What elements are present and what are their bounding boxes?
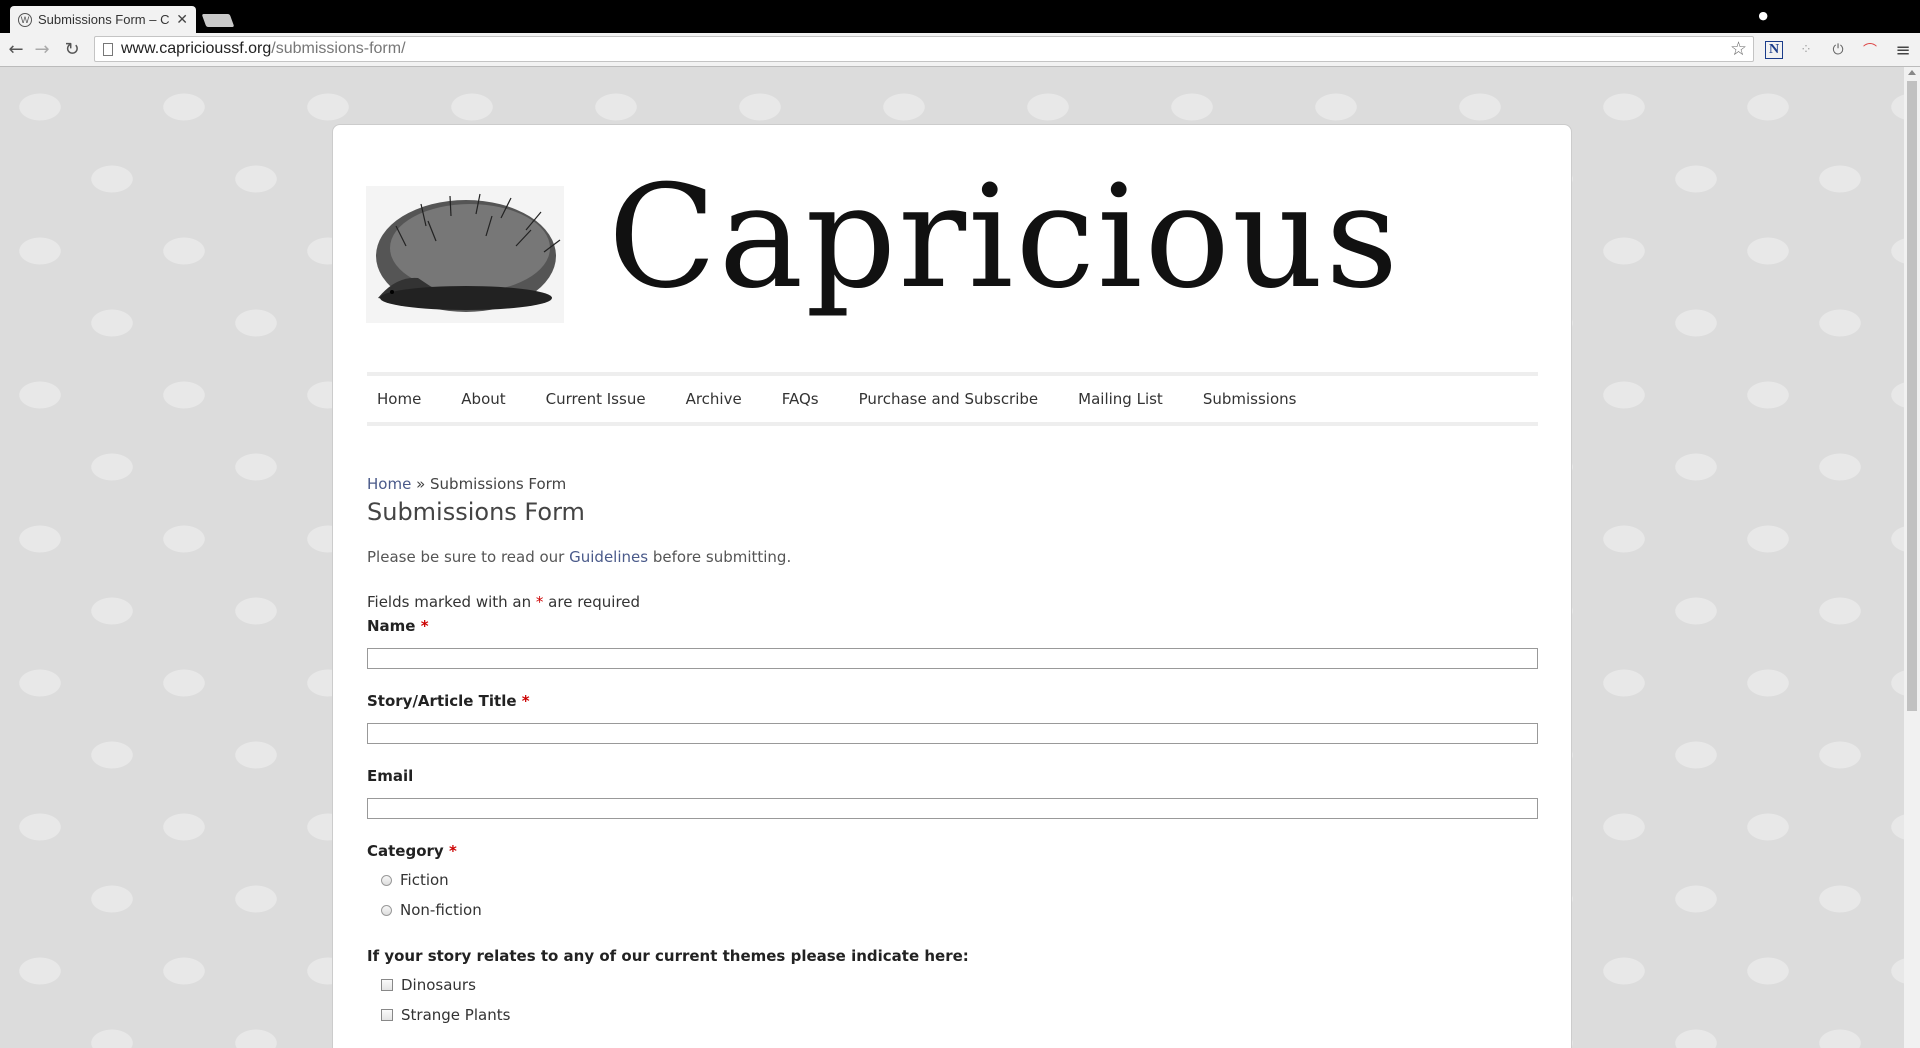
category-label-text: Category bbox=[367, 842, 444, 860]
forward-icon[interactable]: → bbox=[32, 39, 52, 60]
user-profile-icon[interactable]: ● bbox=[1758, 9, 1768, 22]
category-required-marker: * bbox=[448, 842, 457, 860]
main-navigation: Home About Current Issue Archive FAQs Pu… bbox=[367, 372, 1538, 426]
reload-icon[interactable]: ↻ bbox=[62, 39, 82, 60]
extension-n-icon[interactable]: N bbox=[1765, 41, 1783, 59]
tab-close-icon[interactable]: ✕ bbox=[176, 11, 188, 28]
breadcrumb-separator: » bbox=[411, 475, 431, 493]
dinosaurs-checkbox[interactable] bbox=[381, 979, 393, 991]
hedgehog-logo[interactable] bbox=[366, 186, 564, 323]
back-icon[interactable]: ← bbox=[6, 39, 26, 60]
required-fields-note: Fields marked with an * are required bbox=[367, 593, 640, 611]
email-label-text: Email bbox=[367, 767, 414, 785]
page-viewport: Capricious Home About Current Issue Arch… bbox=[0, 67, 1904, 1048]
rainbow-extension-icon[interactable]: ⌒ bbox=[1861, 41, 1879, 59]
category-option-fiction[interactable]: Fiction bbox=[381, 871, 449, 889]
menu-icon[interactable]: ≡ bbox=[1894, 40, 1912, 61]
themes-label: If your story relates to any of our curr… bbox=[367, 947, 969, 965]
category-option-nonfiction[interactable]: Non-fiction bbox=[381, 901, 482, 919]
extension-grid-icon[interactable]: ⁘ bbox=[1797, 41, 1815, 59]
site-title[interactable]: Capricious bbox=[608, 167, 1400, 309]
tab-title: Submissions Form – Capricious bbox=[38, 12, 170, 27]
browser-tab-bar: W Submissions Form – Capricious ✕ ● bbox=[0, 0, 1920, 33]
intro-text-after: before submitting. bbox=[648, 548, 792, 566]
nav-home[interactable]: Home bbox=[367, 390, 431, 408]
intro-text-before: Please be sure to read our bbox=[367, 548, 570, 566]
nav-mailing-list[interactable]: Mailing List bbox=[1068, 390, 1173, 408]
email-input[interactable] bbox=[367, 798, 1538, 819]
nav-archive[interactable]: Archive bbox=[676, 390, 752, 408]
email-label: Email bbox=[367, 767, 413, 785]
name-input[interactable] bbox=[367, 648, 1538, 669]
breadcrumb: Home » Submissions Form bbox=[367, 475, 566, 493]
breadcrumb-home-link[interactable]: Home bbox=[367, 475, 411, 493]
nav-purchase-subscribe[interactable]: Purchase and Subscribe bbox=[849, 390, 1049, 408]
page-container: Capricious Home About Current Issue Arch… bbox=[332, 124, 1572, 1048]
nav-faqs[interactable]: FAQs bbox=[772, 390, 829, 408]
required-note-before: Fields marked with an bbox=[367, 593, 536, 611]
page-scrollbar[interactable] bbox=[1904, 67, 1920, 1048]
story-title-required-marker: * bbox=[521, 692, 530, 710]
nav-about[interactable]: About bbox=[451, 390, 515, 408]
url-path: /submissions-form/ bbox=[271, 40, 406, 57]
nav-current-issue[interactable]: Current Issue bbox=[536, 390, 656, 408]
theme-option-strange-plants[interactable]: Strange Plants bbox=[381, 1006, 510, 1024]
nav-submissions[interactable]: Submissions bbox=[1193, 390, 1307, 408]
browser-toolbar: ← → ↻ www.capricioussf.org/submissions-f… bbox=[0, 33, 1920, 67]
name-label-text: Name bbox=[367, 617, 416, 635]
story-title-label-text: Story/Article Title bbox=[367, 692, 517, 710]
url-host: www.capricioussf.org bbox=[121, 40, 272, 57]
intro-text: Please be sure to read our Guidelines be… bbox=[367, 548, 791, 566]
dinosaurs-label: Dinosaurs bbox=[401, 976, 476, 994]
new-tab-button[interactable] bbox=[201, 14, 235, 27]
category-label: Category * bbox=[367, 842, 457, 860]
wordpress-icon: W bbox=[18, 12, 32, 27]
required-note-after: are required bbox=[543, 593, 641, 611]
fiction-label: Fiction bbox=[400, 871, 449, 889]
page-icon bbox=[103, 42, 113, 56]
name-label: Name * bbox=[367, 617, 429, 635]
scroll-up-arrow-icon[interactable] bbox=[1908, 70, 1916, 75]
strange-plants-label: Strange Plants bbox=[401, 1006, 511, 1024]
nonfiction-label: Non-fiction bbox=[400, 901, 482, 919]
address-bar[interactable]: www.capricioussf.org/submissions-form/ ☆ bbox=[94, 36, 1754, 62]
strange-plants-checkbox[interactable] bbox=[381, 1009, 393, 1021]
breadcrumb-current: Submissions Form bbox=[430, 475, 567, 493]
fiction-radio[interactable] bbox=[381, 874, 392, 886]
power-extension-icon[interactable]: ⏻ bbox=[1829, 41, 1847, 59]
theme-option-dinosaurs[interactable]: Dinosaurs bbox=[381, 976, 476, 994]
story-title-label: Story/Article Title * bbox=[367, 692, 530, 710]
browser-tab[interactable]: W Submissions Form – Capricious ✕ bbox=[10, 6, 196, 33]
story-title-input[interactable] bbox=[367, 723, 1538, 744]
bookmark-star-icon[interactable]: ☆ bbox=[1730, 38, 1747, 61]
name-required-marker: * bbox=[420, 617, 429, 635]
nonfiction-radio[interactable] bbox=[381, 904, 392, 916]
page-title: Submissions Form bbox=[367, 498, 585, 526]
guidelines-link[interactable]: Guidelines bbox=[569, 548, 648, 566]
scrollbar-thumb[interactable] bbox=[1907, 81, 1917, 711]
